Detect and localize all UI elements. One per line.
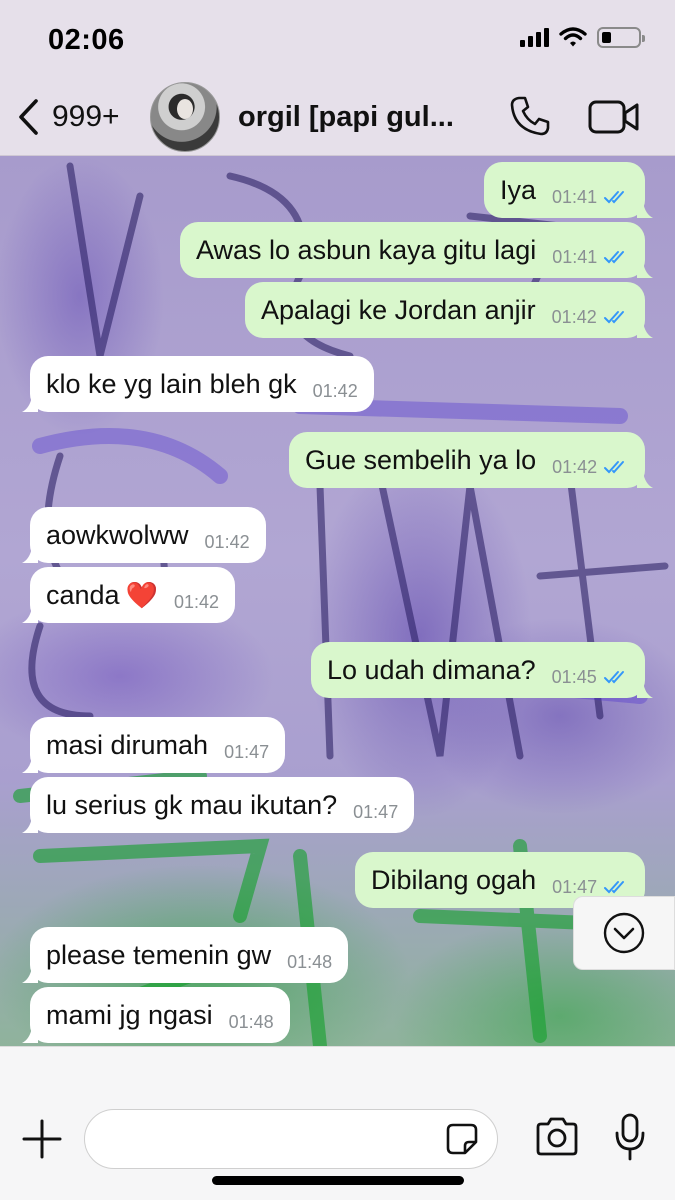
sticker-icon[interactable] — [445, 1122, 479, 1156]
wifi-icon — [559, 27, 587, 47]
message-time: 01:47 — [353, 801, 399, 822]
message-input-container[interactable] — [84, 1109, 498, 1169]
incoming-message[interactable]: mami jg ngasi 01:48 — [22, 987, 290, 1043]
status-time: 02:06 — [48, 24, 125, 56]
message-meta: 01:47 — [224, 742, 269, 763]
phone-call-icon[interactable] — [508, 94, 552, 138]
back-button[interactable]: 999+ — [16, 94, 120, 140]
outgoing-message[interactable]: Awas lo asbun kaya gitu lagi 01:41 — [180, 222, 654, 278]
message-meta: 01:45 — [552, 667, 629, 688]
message-text: Lo udah dimana? — [327, 654, 536, 685]
message-text: Apalagi ke Jordan anjir — [261, 294, 536, 325]
camera-icon[interactable] — [534, 1117, 580, 1157]
incoming-message[interactable]: lu serius gk mau ikutan? 01:47 — [22, 777, 415, 833]
home-indicator — [212, 1176, 464, 1185]
outgoing-message[interactable]: Lo udah dimana? 01:45 — [311, 642, 653, 698]
incoming-message[interactable]: aowkwolww 01:42 — [22, 507, 266, 563]
bubble-tail — [636, 322, 653, 338]
message-time: 01:41 — [552, 186, 598, 207]
message-meta: 01:47 — [353, 802, 398, 823]
chevron-down-circle-icon — [603, 912, 645, 954]
avatar-face — [177, 99, 193, 119]
incoming-message[interactable]: please temenin gw 01:48 — [22, 927, 349, 983]
message-meta: 01:41 — [552, 187, 629, 208]
bubble-tail — [22, 396, 38, 412]
message-time: 01:45 — [551, 666, 597, 687]
bubble-tail — [636, 682, 653, 698]
message-meta: 01:42 — [205, 532, 250, 553]
microphone-icon[interactable] — [614, 1113, 646, 1161]
bubble-tail — [22, 1027, 38, 1043]
bubble-tail — [22, 757, 38, 773]
scroll-to-bottom-button[interactable] — [573, 896, 675, 970]
message-text: please temenin gw — [46, 939, 272, 970]
message-time: 01:47 — [224, 741, 270, 762]
message-meta: 01:47 — [552, 877, 629, 898]
outgoing-message[interactable]: Apalagi ke Jordan anjir 01:42 — [245, 282, 653, 338]
heart-emoji: ❤️ — [125, 579, 158, 610]
bubble-tail — [637, 472, 654, 488]
message-meta: 01:42 — [174, 592, 219, 613]
message-time: 01:42 — [312, 380, 358, 401]
message-meta: 01:41 — [552, 247, 629, 268]
read-receipt-icon — [603, 671, 624, 684]
message-time: 01:48 — [287, 951, 333, 972]
unread-count: 999+ — [52, 100, 120, 133]
read-receipt-icon — [603, 311, 624, 324]
bubble-tail — [637, 202, 654, 218]
message-time: 01:41 — [552, 246, 598, 267]
message-text: canda — [46, 579, 120, 610]
contact-name[interactable]: orgil [papi gul... — [238, 101, 454, 134]
bubble-tail — [22, 607, 38, 623]
bubble-tail — [22, 547, 38, 563]
message-meta: 01:42 — [313, 381, 358, 402]
bubble-tail — [22, 967, 38, 983]
incoming-message[interactable]: canda ❤️ 01:42 — [22, 567, 235, 623]
read-receipt-icon — [604, 251, 625, 264]
bubble-tail — [22, 817, 38, 833]
message-text: Awas lo asbun kaya gitu lagi — [196, 234, 537, 265]
message-meta: 01:42 — [552, 457, 629, 478]
message-text: Gue sembelih ya lo — [305, 444, 537, 475]
outgoing-message[interactable]: Iya 01:41 — [484, 162, 654, 218]
battery-level — [602, 31, 611, 43]
message-text: Iya — [500, 174, 537, 205]
message-time: 01:42 — [552, 456, 598, 477]
message-text: masi dirumah — [46, 729, 209, 760]
message-meta: 01:48 — [287, 952, 332, 973]
incoming-message[interactable]: masi dirumah 01:47 — [22, 717, 286, 773]
outgoing-message[interactable]: Gue sembelih ya lo 01:42 — [289, 432, 654, 488]
message-meta: 01:42 — [552, 307, 629, 328]
read-receipt-icon — [604, 191, 625, 204]
bubble-tail — [637, 262, 654, 278]
incoming-message[interactable]: klo ke yg lain bleh gk 01:42 — [22, 356, 374, 412]
message-input[interactable] — [103, 1110, 443, 1168]
message-text: Dibilang ogah — [371, 864, 537, 895]
message-time: 01:48 — [228, 1011, 274, 1032]
read-receipt-icon — [604, 461, 625, 474]
message-text: lu serius gk mau ikutan? — [46, 789, 338, 820]
chat-header: 02:06 999+ orgil [papi gul... — [0, 0, 675, 156]
message-text: klo ke yg lain bleh gk — [46, 368, 297, 399]
message-time: 01:42 — [551, 306, 597, 327]
message-time: 01:47 — [552, 876, 598, 897]
cellular-signal-icon — [520, 27, 549, 47]
plus-icon[interactable] — [22, 1119, 62, 1159]
status-icons — [520, 26, 645, 48]
message-meta: 01:48 — [229, 1012, 274, 1033]
read-receipt-icon — [604, 881, 625, 894]
message-time: 01:42 — [173, 591, 219, 612]
contact-avatar[interactable] — [150, 82, 220, 152]
message-time: 01:42 — [204, 531, 250, 552]
video-call-icon[interactable] — [588, 98, 640, 136]
battery-icon — [597, 26, 645, 48]
message-text: aowkwolww — [46, 519, 189, 550]
message-text: mami jg ngasi — [46, 999, 213, 1030]
chevron-left-icon — [19, 99, 38, 135]
